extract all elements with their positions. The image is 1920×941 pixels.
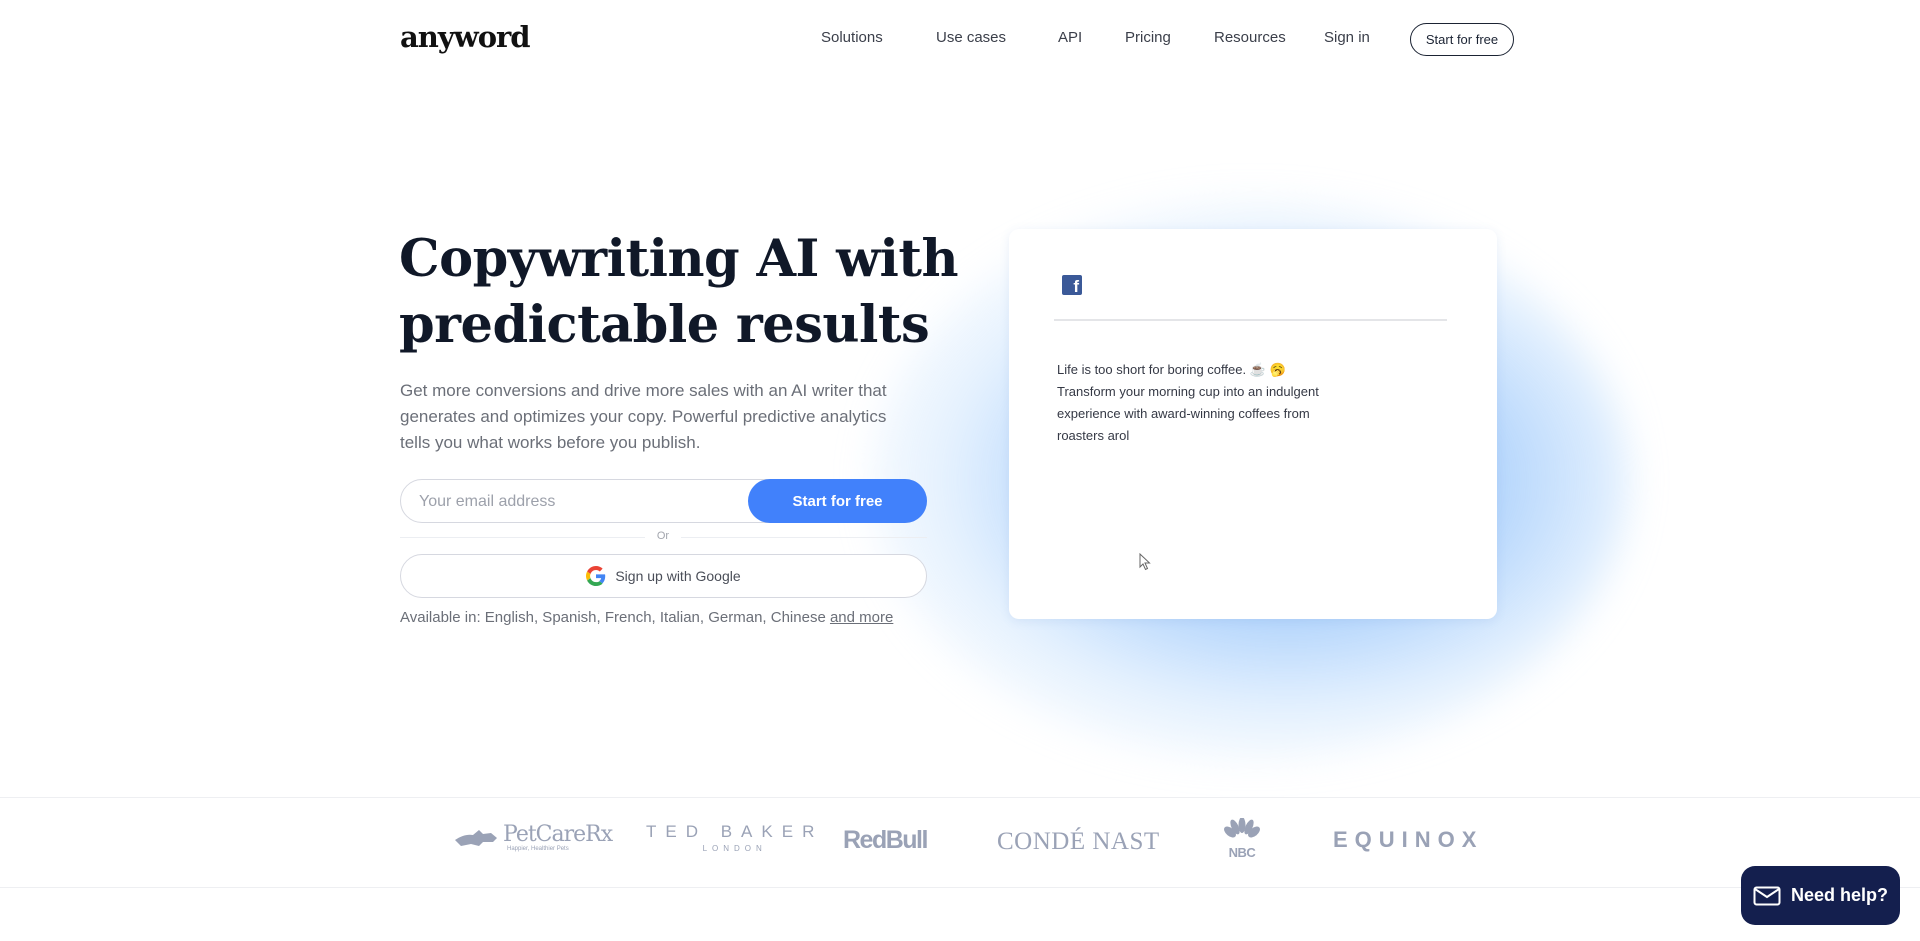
nav-api[interactable]: API: [1058, 29, 1082, 46]
nav-sign-in[interactable]: Sign in: [1324, 29, 1370, 46]
or-divider-left: [400, 537, 645, 538]
email-input[interactable]: [417, 480, 741, 524]
card-divider: [1054, 319, 1447, 321]
generated-copy-text: Life is too short for boring coffee. ☕ 🥱…: [1057, 359, 1387, 447]
copy-line: experience with award-winning coffees fr…: [1057, 406, 1310, 421]
start-free-button[interactable]: Start for free: [748, 479, 927, 523]
google-signup-label: Sign up with Google: [615, 568, 741, 584]
need-help-button[interactable]: Need help?: [1741, 866, 1900, 925]
available-languages: Available in: English, Spanish, French, …: [400, 609, 893, 626]
google-icon: [586, 566, 606, 586]
logo-nbc-name: NBC: [1228, 845, 1256, 860]
logo-petcarerx-tagline: Happier, Healthier Pets: [507, 846, 569, 852]
hero-title-line1: Copywriting AI with: [399, 229, 959, 289]
and-more-link[interactable]: and more: [830, 609, 893, 626]
logo-redbull: RedBull: [843, 826, 928, 854]
hero-title: Copywriting AI with predictable results: [399, 226, 999, 358]
available-languages-text: Available in: English, Spanish, French, …: [400, 609, 826, 626]
copy-line: roasters arol: [1057, 428, 1130, 443]
anyword-logo[interactable]: anyword: [400, 20, 531, 54]
envelope-icon: [1753, 886, 1781, 905]
facebook-icon: f: [1062, 275, 1082, 296]
hero-subtitle: Get more conversions and drive more sale…: [400, 381, 887, 452]
logo-nbc: NBC: [1224, 817, 1260, 860]
logo-ted-baker: TED BAKER LONDON: [646, 822, 823, 853]
nav-pricing[interactable]: Pricing: [1125, 29, 1171, 46]
logo-petcarerx: PetCareRx Happier, Healthier Pets: [453, 822, 613, 852]
hero-title-line2: predictable results: [399, 295, 930, 355]
nav-resources[interactable]: Resources: [1214, 29, 1286, 46]
mouse-cursor-icon: [1139, 553, 1151, 571]
logo-equinox: EQUINOX: [1333, 827, 1484, 852]
copy-line: Transform your morning cup into an indul…: [1057, 384, 1319, 399]
nav-use-cases[interactable]: Use cases: [936, 29, 1006, 46]
logo-conde-nast: CONDÉ NAST: [997, 828, 1160, 855]
nbc-peacock-icon: [1224, 817, 1260, 838]
header-start-free-button[interactable]: Start for free: [1410, 23, 1514, 56]
logo-ted-baker-name: TED BAKER: [646, 822, 824, 841]
google-signup-button[interactable]: Sign up with Google: [400, 554, 927, 598]
running-dog-icon: [455, 830, 497, 846]
logo-ted-baker-tagline: LONDON: [702, 844, 767, 853]
ad-preview-card: f Life is too short for boring coffee. ☕…: [1009, 229, 1497, 619]
or-divider-right: [681, 537, 927, 538]
nav-solutions[interactable]: Solutions: [821, 29, 883, 46]
customer-logos-strip: PetCareRx Happier, Healthier Pets TED BA…: [0, 797, 1920, 888]
or-label: Or: [656, 530, 670, 542]
logo-petcarerx-name: PetCareRx: [503, 822, 613, 847]
need-help-label: Need help?: [1790, 885, 1888, 905]
copy-line: Life is too short for boring coffee. ☕ 🥱: [1057, 362, 1286, 377]
